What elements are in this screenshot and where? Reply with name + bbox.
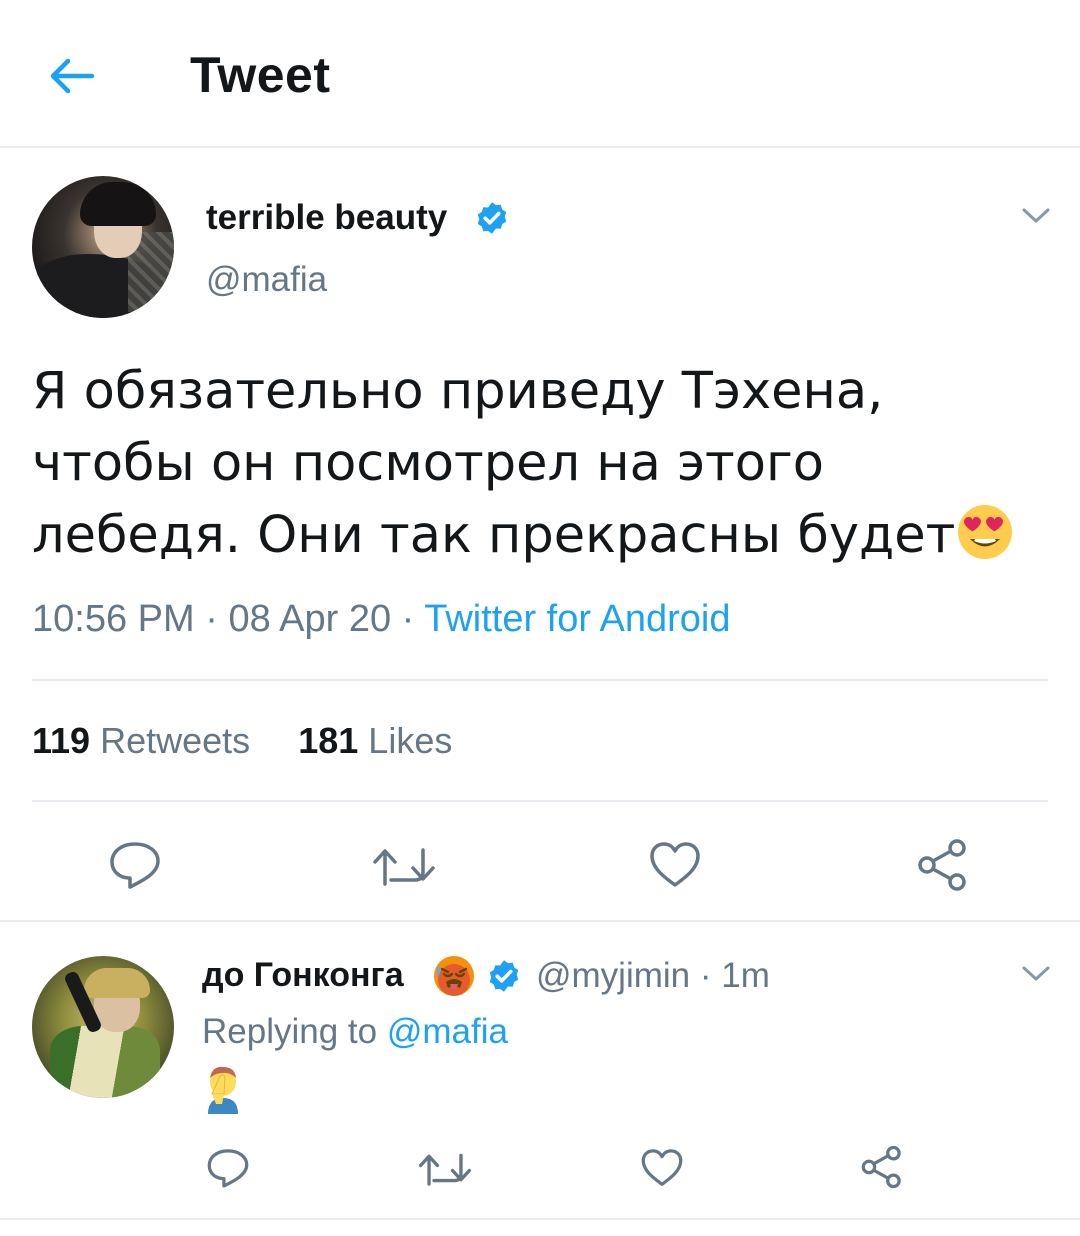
retweet-button[interactable] <box>366 830 442 900</box>
heart-eyes-emoji-icon <box>958 505 1013 559</box>
meta-separator: · <box>690 956 722 995</box>
reply-handle-time: @myjimin · 1m <box>536 956 770 996</box>
hot-face-emoji-icon <box>434 956 474 996</box>
avatar[interactable] <box>32 176 174 318</box>
like-icon <box>641 1149 683 1186</box>
share-icon <box>918 839 966 891</box>
share-button[interactable] <box>850 1138 914 1196</box>
reply-button[interactable] <box>196 1140 260 1196</box>
reply-icon <box>110 842 160 889</box>
tweet-time: 10:56 PM <box>32 598 195 640</box>
like-button[interactable] <box>630 1140 694 1196</box>
tweet-options-button[interactable] <box>1016 196 1056 236</box>
tweet-text-content: Я обязательно приведу Тэхена, чтобы он п… <box>32 362 956 565</box>
arrow-left-icon <box>50 58 95 94</box>
retweets-stat[interactable]: 119 Retweets <box>32 720 250 761</box>
share-icon <box>861 1145 901 1189</box>
chevron-down-icon <box>1022 966 1050 981</box>
retweets-count: 119 <box>32 720 91 761</box>
tweet-meta: 10:56 PM · 08 Apr 20 · Twitter for Andro… <box>32 598 730 641</box>
retweet-button[interactable] <box>410 1140 480 1196</box>
main-tweet: terrible beauty @mafia Я обязательно при… <box>0 150 1080 922</box>
verified-badge-icon <box>489 960 519 992</box>
reply-icon <box>207 1149 249 1188</box>
likes-label: Likes <box>368 720 453 761</box>
retweet-icon <box>373 848 435 886</box>
page-title: Tweet <box>190 47 331 103</box>
tweet-date: 08 Apr 20 <box>228 598 392 640</box>
meta-separator: · <box>391 598 425 640</box>
verified-badge-icon <box>477 202 507 234</box>
reply-author-handle[interactable]: @myjimin <box>536 956 690 995</box>
replying-to-prefix: Replying to <box>202 1012 378 1051</box>
like-icon <box>650 842 700 887</box>
reply-time: 1m <box>721 956 770 995</box>
reply-button[interactable] <box>100 830 170 900</box>
tweet-text: Я обязательно приведу Тэхена, чтобы он п… <box>32 356 1032 572</box>
likes-count: 181 <box>298 720 359 761</box>
back-button[interactable] <box>40 44 104 108</box>
likes-stat[interactable]: 181 Likes <box>298 720 452 761</box>
reply-options-button[interactable] <box>1016 954 1056 994</box>
author-name[interactable]: terrible beauty <box>206 198 447 238</box>
retweets-label: Retweets <box>100 720 251 761</box>
reply-tweet[interactable]: до Гонконга @myjimin · 1m Replying to @m… <box>0 924 1080 1220</box>
reply-author-name[interactable]: до Гонконга <box>202 956 404 995</box>
tweet-source-link[interactable]: Twitter for Android <box>424 598 730 640</box>
face-palm-emoji-icon <box>208 1066 238 1114</box>
tweet-stats: 119 Retweets 181 Likes <box>32 720 452 762</box>
avatar[interactable] <box>32 956 174 1098</box>
author-handle[interactable]: @mafia <box>206 260 327 300</box>
retweet-icon <box>418 1153 472 1186</box>
top-bar: Tweet <box>0 0 1080 148</box>
chevron-down-icon <box>1022 208 1050 223</box>
divider <box>32 679 1048 681</box>
like-button[interactable] <box>640 830 710 900</box>
meta-separator: · <box>194 598 229 640</box>
divider <box>32 800 1048 802</box>
share-button[interactable] <box>908 830 978 900</box>
replying-to: Replying to @mafia <box>202 1012 508 1052</box>
replying-to-mention[interactable]: @mafia <box>387 1012 508 1051</box>
